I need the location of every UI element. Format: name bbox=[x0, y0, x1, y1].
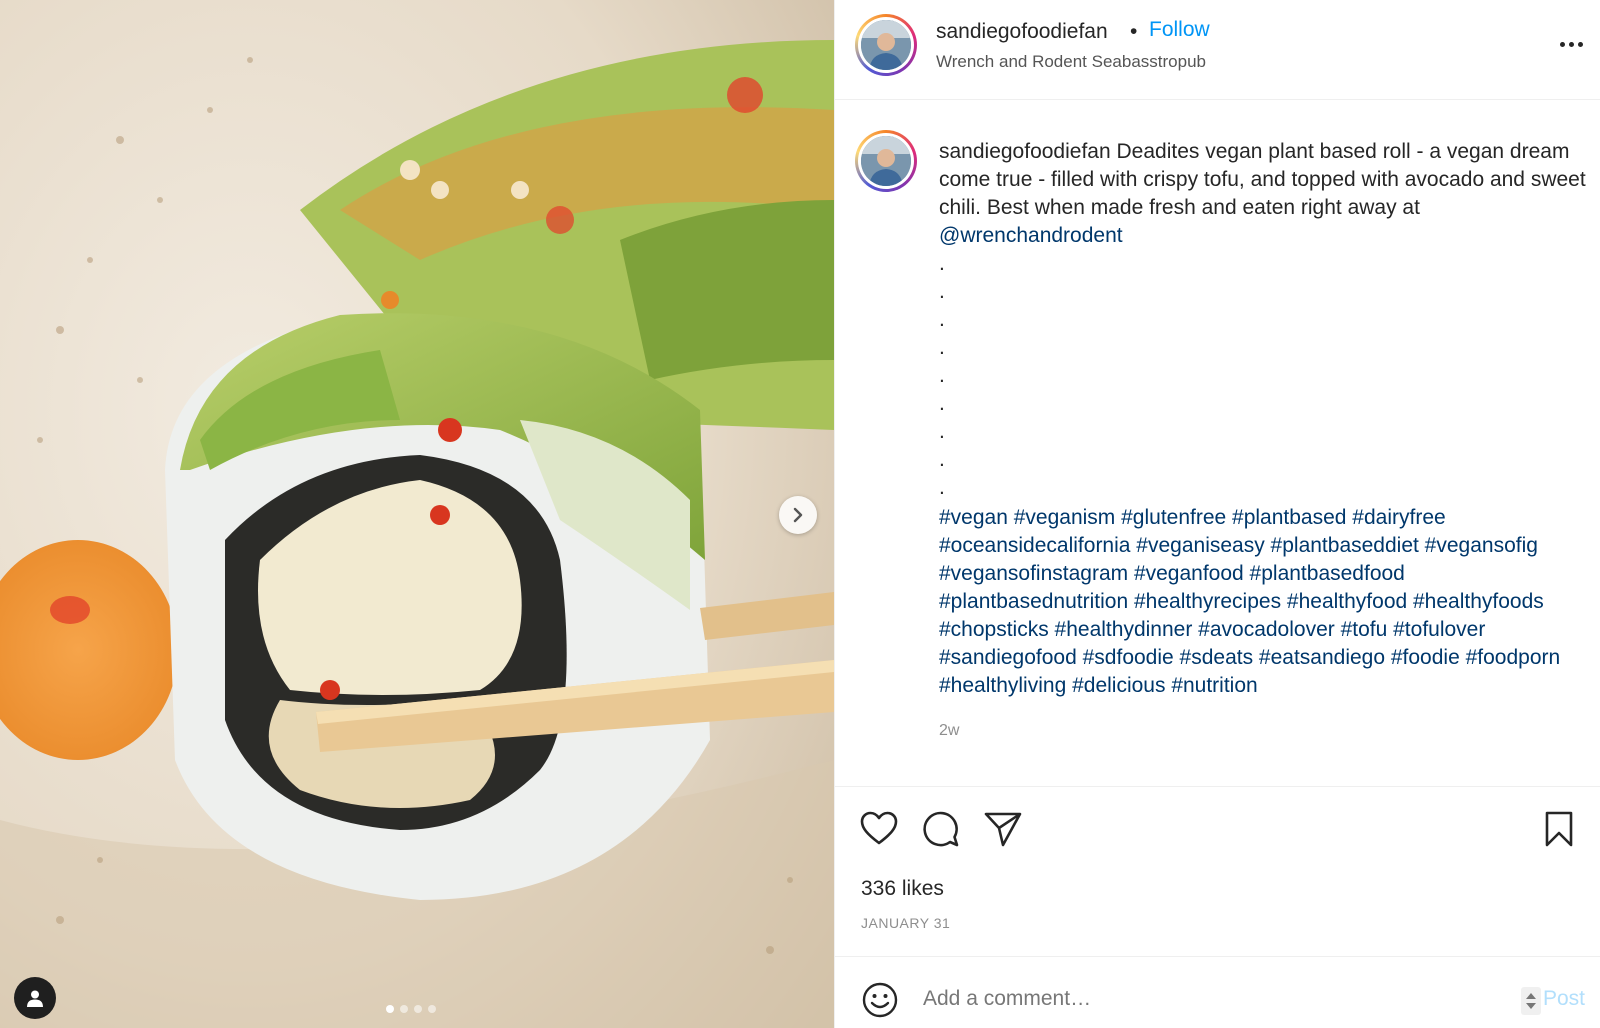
author-avatar[interactable] bbox=[855, 14, 917, 76]
heart-icon[interactable] bbox=[859, 809, 899, 849]
more-dot bbox=[1559, 41, 1565, 47]
caption-hashtags[interactable]: #vegan #veganism #glutenfree #plantbased… bbox=[939, 504, 1589, 700]
sushi-photo bbox=[0, 0, 834, 1028]
dot-line: . bbox=[939, 420, 945, 443]
caption-avatar[interactable] bbox=[855, 130, 917, 192]
dot-line: . bbox=[939, 448, 945, 471]
avatar-photo bbox=[861, 20, 911, 70]
dot-line: . bbox=[939, 364, 945, 387]
dot-line: . bbox=[939, 392, 945, 415]
next-image-button[interactable] bbox=[779, 496, 817, 534]
post-date: JANUARY 31 bbox=[861, 915, 951, 931]
post-details-panel: sandiegofoodiefan • Follow Wrench and Ro… bbox=[834, 0, 1600, 1028]
more-dot bbox=[1577, 41, 1583, 47]
author-username[interactable]: sandiegofoodiefan bbox=[936, 20, 1108, 44]
carousel-dot bbox=[428, 1005, 436, 1013]
user-tag-icon bbox=[27, 990, 43, 1007]
post-actions: 336 likes JANUARY 31 bbox=[835, 786, 1600, 956]
post-location[interactable]: Wrench and Rodent Seabasstropub bbox=[936, 52, 1206, 72]
carousel-dot bbox=[414, 1005, 422, 1013]
avatar-photo bbox=[861, 136, 911, 186]
comment-bar: Post bbox=[835, 956, 1600, 1028]
more-dot bbox=[1568, 41, 1574, 47]
caption-username[interactable]: sandiegofoodiefan bbox=[939, 140, 1111, 163]
dot-line: . bbox=[939, 336, 945, 359]
dot-line: . bbox=[939, 252, 945, 275]
follow-button[interactable]: Follow bbox=[1149, 18, 1210, 42]
caption-text: sandiegofoodiefan Deadites vegan plant b… bbox=[939, 138, 1589, 502]
caption-mention[interactable]: @wrenchandrodent bbox=[939, 224, 1123, 247]
caption-time-ago: 2w bbox=[939, 722, 960, 739]
carousel-indicator bbox=[386, 1005, 436, 1013]
spinner-arrows-icon[interactable] bbox=[1521, 987, 1541, 1015]
more-options-button[interactable] bbox=[1553, 32, 1589, 56]
comment-icon[interactable] bbox=[921, 809, 961, 849]
dot-line: . bbox=[939, 476, 945, 499]
caption-dots: . . . . . . . . . bbox=[939, 250, 1589, 502]
carousel-dot bbox=[386, 1005, 394, 1013]
post-header: sandiegofoodiefan • Follow Wrench and Ro… bbox=[835, 0, 1600, 100]
chevron-right-icon bbox=[793, 507, 803, 523]
caption-section: sandiegofoodiefan Deadites vegan plant b… bbox=[835, 100, 1600, 786]
likes-count[interactable]: 336 likes bbox=[861, 877, 944, 901]
tagged-users-button[interactable] bbox=[14, 977, 56, 1019]
post-media[interactable] bbox=[0, 0, 834, 1028]
emoji-icon[interactable] bbox=[861, 981, 899, 1019]
dot-line: . bbox=[939, 280, 945, 303]
comment-input[interactable] bbox=[923, 981, 1483, 1017]
separator-dot: • bbox=[1130, 20, 1138, 43]
bookmark-icon[interactable] bbox=[1539, 809, 1579, 849]
carousel-dot bbox=[400, 1005, 408, 1013]
share-icon[interactable] bbox=[983, 809, 1023, 849]
post-comment-button[interactable]: Post bbox=[1543, 987, 1585, 1011]
dot-line: . bbox=[939, 308, 945, 331]
